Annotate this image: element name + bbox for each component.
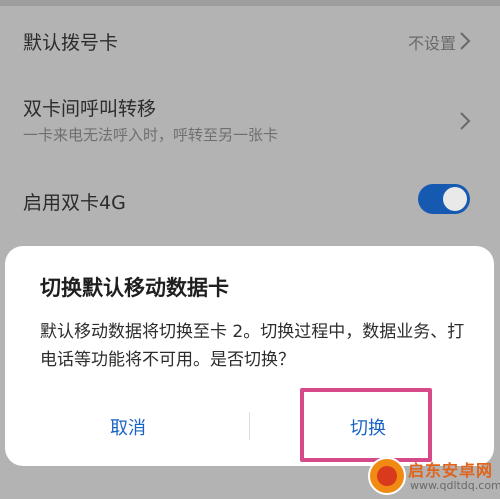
cancel-button[interactable]: 取消 [110,414,146,440]
call-forward-subtitle: 一卡来电无法呼入时，呼转至另一张卡 [23,126,279,144]
watermark-name: 启东安卓网 [408,461,494,480]
watermark-url: www.qdltdq.com [410,479,500,492]
default-dial-card-row[interactable]: 默认拨号卡 不设置 [0,18,500,64]
dialog-message: 默认移动数据将切换至卡 2。切换过程中，数据业务、打电话等功能将不可用。是否切换… [40,322,465,370]
call-forward-row[interactable]: 双卡间呼叫转移 一卡来电无法呼入时，呼转至另一张卡 [0,88,500,150]
chevron-right-icon [460,32,471,50]
dual-4g-toggle[interactable] [418,184,470,214]
default-dial-card-value: 不设置 [407,34,456,53]
highlight-box [300,388,432,462]
default-dial-card-title: 默认拨号卡 [23,32,119,54]
chevron-right-icon [460,112,471,130]
button-divider [249,412,250,440]
watermark: 启东安卓网 www.qdltdq.com [368,455,500,497]
dialog-title: 切换默认移动数据卡 [40,276,229,300]
watermark-logo-inner [377,466,397,486]
enable-dual-4g-title: 启用双卡4G [23,192,126,214]
watermark-logo-icon [368,457,406,495]
top-edge [0,0,500,6]
toggle-knob [443,187,467,211]
call-forward-title: 双卡间呼叫转移 [23,98,157,120]
